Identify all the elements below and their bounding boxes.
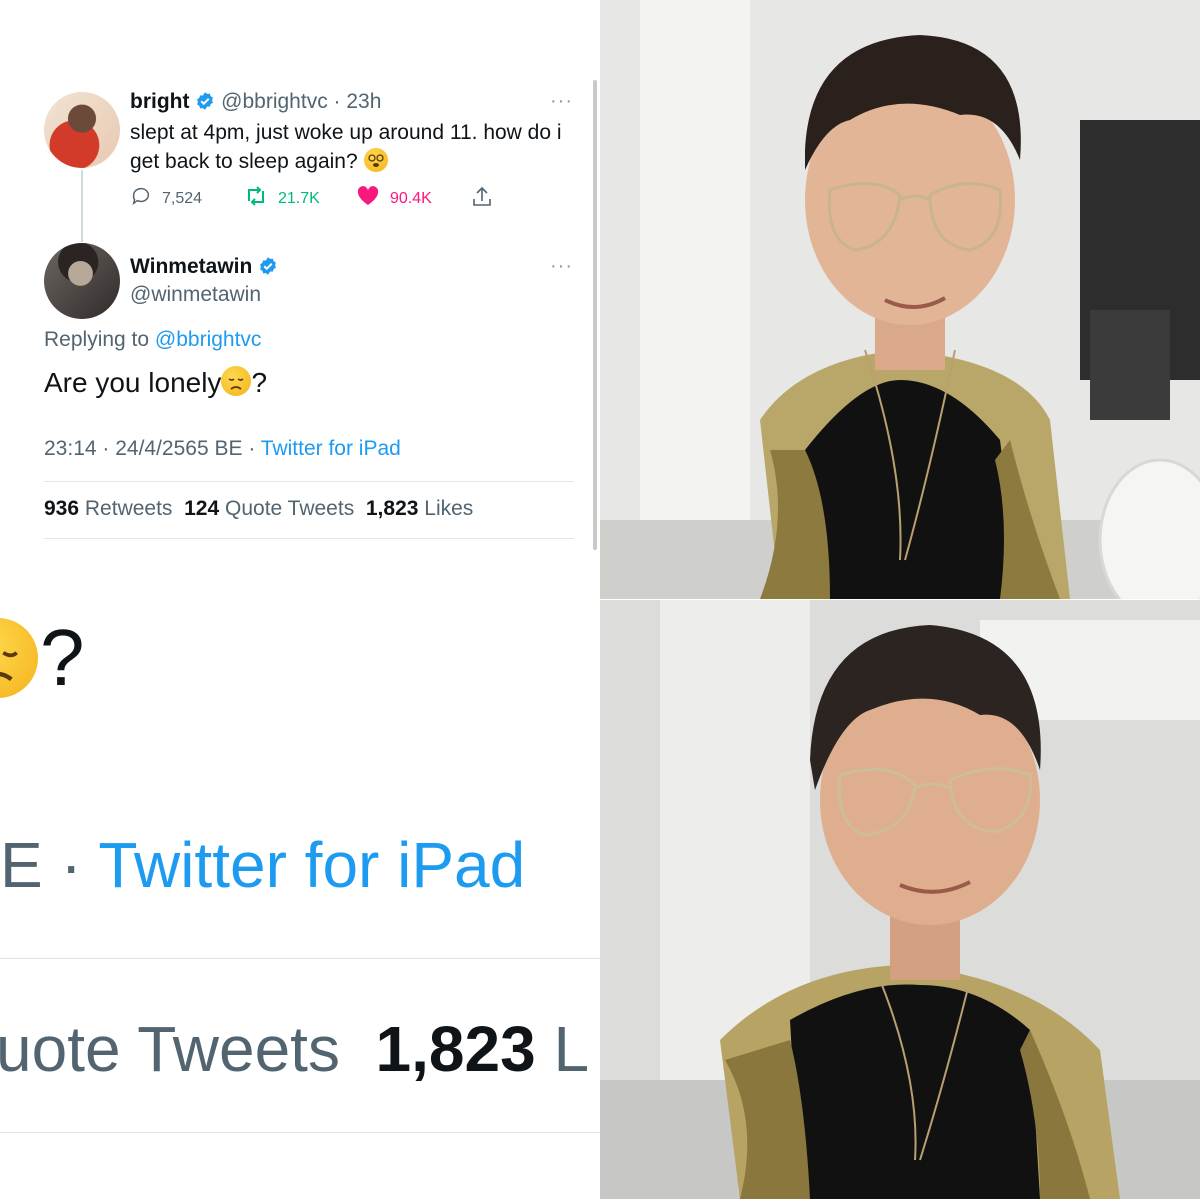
photo-illustration — [600, 600, 1200, 1199]
replying-to: Replying to @bbrightvc — [44, 328, 261, 352]
retweets-stat[interactable]: 936 Retweets — [44, 497, 172, 520]
verified-badge-icon — [258, 256, 278, 282]
zoomed-meta-prefix: E · — [0, 829, 82, 901]
tweet-stats: 936 Retweets 124 Quote Tweets 1,823 Like… — [44, 497, 473, 521]
like-count: 90.4K — [390, 189, 432, 207]
main-author-handle[interactable]: @winmetawin — [130, 283, 261, 307]
quotes-label: Quote Tweets — [225, 497, 355, 520]
tweet-source-link[interactable]: Twitter for iPad — [261, 437, 401, 460]
divider — [44, 538, 574, 539]
main-tweet-text: Are you lonely ? — [44, 366, 267, 399]
disappointed-face-emoji-icon-zoomed — [0, 618, 38, 698]
reply-count: 7,524 — [162, 189, 203, 207]
quotes-stat[interactable]: 124 Quote Tweets — [184, 497, 354, 520]
scrollbar[interactable] — [593, 80, 597, 550]
zoomed-likes-count: 1,823 — [375, 1013, 536, 1085]
tweet-timestamp[interactable]: 23:14 · 24/4/2565 BE · — [44, 437, 255, 460]
tweet-meta: 23:14 · 24/4/2565 BE · Twitter for iPad — [44, 437, 401, 461]
dizzy-face-emoji-icon — [363, 148, 388, 172]
divider — [44, 481, 574, 482]
disappointed-face-emoji-icon — [221, 366, 252, 396]
like-action[interactable]: 90.4K — [356, 185, 432, 212]
avatar-bright[interactable] — [44, 92, 120, 168]
reply-icon — [130, 185, 152, 212]
more-options-icon[interactable]: ··· — [550, 90, 573, 113]
zoomed-question-mark: ? — [40, 613, 85, 702]
tweet-author-header: bright @bbrightvc · 23h — [130, 90, 381, 117]
zoomed-divider — [0, 1132, 600, 1133]
zoomed-divider — [0, 958, 600, 959]
zoomed-tweet-stats: uote Tweets 1,823 L — [0, 1012, 589, 1086]
likes-label: Likes — [424, 497, 474, 520]
retweet-count: 21.7K — [278, 189, 320, 207]
tweet-time[interactable]: · 23h — [334, 90, 382, 113]
main-author-name[interactable]: Winmetawin — [130, 255, 252, 278]
verified-badge-icon — [195, 91, 215, 117]
tweet-text: slept at 4pm, just woke up around 11. ho… — [130, 118, 580, 176]
share-action[interactable] — [470, 185, 494, 214]
author-name[interactable]: bright — [130, 90, 189, 113]
author-handle[interactable]: @bbrightvc — [221, 90, 328, 113]
zoomed-source-link: Twitter for iPad — [98, 829, 526, 901]
main-tweet-text-suffix: ? — [251, 367, 268, 398]
zoomed-tweet-meta: E · Twitter for iPad — [0, 828, 525, 902]
photo-illustration — [600, 0, 1200, 599]
main-tweet-text-body: Are you lonely — [44, 367, 222, 398]
replying-handle-link[interactable]: @bbrightvc — [155, 328, 262, 351]
photo-smiling-man-bottom — [600, 600, 1200, 1199]
avatar-winmetawin[interactable] — [44, 243, 120, 319]
replying-label: Replying to — [44, 328, 150, 351]
retweet-action[interactable]: 21.7K — [244, 185, 320, 212]
share-icon — [470, 185, 494, 214]
retweets-count: 936 — [44, 497, 80, 520]
retweet-icon — [244, 185, 268, 212]
zoomed-quotes-label: uote Tweets — [0, 1013, 340, 1085]
heart-icon — [356, 185, 380, 212]
thread-connector — [81, 170, 83, 242]
likes-stat[interactable]: 1,823 Likes — [366, 497, 473, 520]
retweets-label: Retweets — [84, 497, 173, 520]
likes-count: 1,823 — [365, 497, 419, 520]
photo-smiling-man-top — [600, 0, 1200, 599]
reply-action[interactable]: 7,524 — [130, 185, 202, 212]
more-options-icon[interactable]: ··· — [550, 255, 573, 278]
tweet-text-body: slept at 4pm, just woke up around 11. ho… — [130, 121, 562, 173]
tweet-screenshot-panel: bright @bbrightvc · 23h ··· slept at 4pm… — [0, 0, 600, 1199]
quotes-count: 124 — [184, 497, 220, 520]
zoomed-likes-partial: L — [553, 1013, 590, 1085]
main-author-name-row: Winmetawin — [130, 255, 278, 282]
